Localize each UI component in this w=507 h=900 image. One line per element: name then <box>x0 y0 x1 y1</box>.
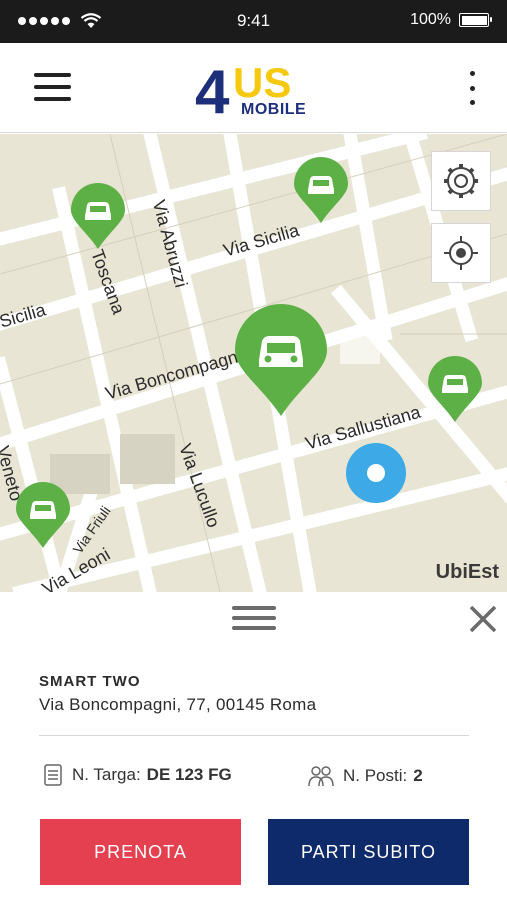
car-detail-sheet: SMART TWO Via Boncompagni, 77, 00145 Rom… <box>0 592 507 900</box>
seats-label: N. Posti: <box>343 766 408 785</box>
map-provider-logo: UbiEst <box>435 561 499 583</box>
user-location-marker <box>346 443 406 503</box>
car-model-name: SMART TWO <box>39 673 141 690</box>
crosshair-icon <box>444 236 478 270</box>
seats-info: N. Posti: 2 <box>307 764 423 788</box>
start-now-button[interactable]: PARTI SUBITO <box>268 819 469 885</box>
book-button[interactable]: PRENOTA <box>40 819 241 885</box>
battery-icon <box>459 13 492 27</box>
people-icon <box>308 766 334 787</box>
car-pin[interactable] <box>16 482 70 548</box>
locate-me-button[interactable] <box>431 223 491 283</box>
car-pin[interactable] <box>428 356 482 422</box>
battery-area: 100% <box>410 11 492 29</box>
divider <box>39 735 469 736</box>
more-options-button[interactable] <box>464 71 480 105</box>
app-header: 4 US MOBILE <box>0 43 507 133</box>
hamburger-menu-button[interactable] <box>34 73 71 101</box>
sheet-drag-handle[interactable] <box>232 606 276 632</box>
car-pin[interactable] <box>294 157 348 223</box>
plate-info: N. Targa: DE 123 FG <box>44 764 232 786</box>
map-settings-button[interactable] <box>431 151 491 211</box>
status-bar: 9:41 100% <box>0 0 507 43</box>
seats-value: 2 <box>413 766 423 785</box>
document-icon <box>44 764 62 786</box>
close-icon <box>469 605 497 633</box>
svg-text:US: US <box>233 59 291 106</box>
selected-car-pin[interactable] <box>235 304 327 416</box>
gear-icon <box>444 164 478 198</box>
close-button[interactable] <box>466 602 500 636</box>
svg-text:4: 4 <box>195 58 230 121</box>
map-view[interactable]: Via Sicilia Sicilia Via Boncompagni Via … <box>0 134 507 592</box>
car-address: Via Boncompagni, 77, 00145 Roma <box>39 695 317 714</box>
logo-subtitle: MOBILE <box>241 101 307 118</box>
plate-label: N. Targa: <box>72 765 141 784</box>
car-pin[interactable] <box>71 183 125 249</box>
battery-percent: 100% <box>410 11 451 28</box>
app-logo: 4 US MOBILE <box>195 57 320 127</box>
plate-value: DE 123 FG <box>146 765 232 784</box>
